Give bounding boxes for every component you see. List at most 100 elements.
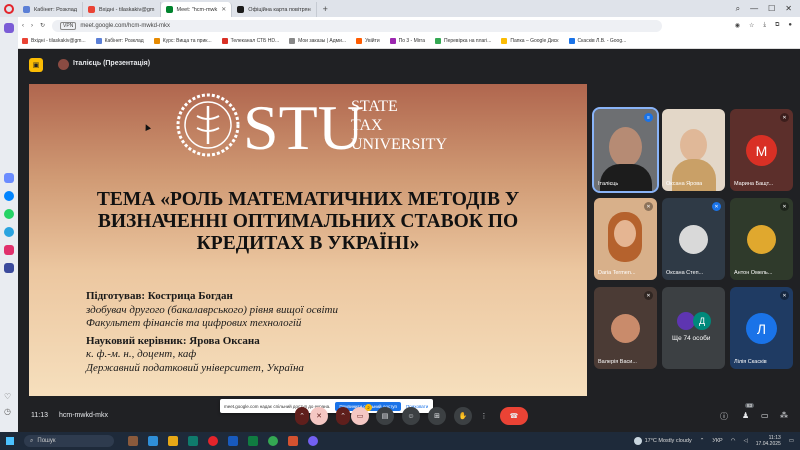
slide-authors: Підготував: Кострица Богдан здобувач дру…	[86, 290, 566, 375]
mic-options-button[interactable]: ⌃	[295, 407, 309, 425]
widget-icon[interactable]	[128, 436, 138, 446]
participant-tile[interactable]: ✕ Daria Termen...	[594, 198, 657, 280]
history-icon[interactable]: ◷	[4, 407, 14, 417]
more-participants-tile[interactable]: Д Ще 74 особи	[662, 287, 725, 369]
notifications-icon[interactable]: ▭	[789, 438, 794, 444]
wifi-icon[interactable]: ◠	[731, 438, 736, 444]
windows-start-icon[interactable]	[0, 437, 20, 445]
search-tabs-icon[interactable]: ⌕	[736, 4, 740, 14]
coat-of-arms-icon	[747, 225, 776, 254]
taskbar-search[interactable]: ⌕ Пошук	[24, 435, 114, 447]
bookmark-item[interactable]: Вхідні - tilaskakiv@gm...	[22, 38, 86, 44]
participant-tile[interactable]: ✕ Антон Омель...	[730, 198, 793, 280]
raise-hand-button[interactable]: ✋	[454, 407, 472, 425]
player-icon[interactable]	[4, 263, 14, 273]
university-line: Державний податковий університет, Україн…	[86, 361, 304, 374]
bookmark-item[interactable]: Папка – Google Диск	[501, 38, 559, 44]
browser-tab[interactable]: Вхідні - tilaskakiv@gm	[83, 2, 161, 17]
participant-tile[interactable]: Оксана Ярова	[662, 109, 725, 191]
browser-tab-active[interactable]: Meet: "hcm-mwk ✕	[160, 2, 233, 17]
powerpoint-icon[interactable]	[288, 436, 298, 446]
word-icon[interactable]	[228, 436, 238, 446]
language-indicator[interactable]: УКР	[712, 438, 722, 444]
profile-icon[interactable]: ●	[788, 22, 792, 29]
camera-icon[interactable]: ◉	[735, 22, 740, 29]
mic-off-button[interactable]: ✕	[310, 407, 328, 425]
participant-tile[interactable]: ✕ Л Лілія Скасків	[730, 287, 793, 369]
bookmark-item[interactable]: Телеканал СТБ HD...	[221, 38, 279, 44]
back-icon[interactable]: ‹	[22, 23, 24, 29]
forward-icon[interactable]: ›	[31, 23, 33, 29]
captions-button[interactable]: ▤	[376, 407, 394, 425]
bookmark-item[interactable]: Мои заказы | Адми...	[289, 38, 346, 44]
browser-tab[interactable]: Кабінет: Розклад	[18, 2, 84, 17]
messenger-icon[interactable]	[4, 191, 14, 201]
chat-icon[interactable]: ▭	[761, 411, 769, 420]
bookmark-item[interactable]: Перевірка на плагі...	[435, 38, 491, 44]
mic-off-icon: ✕	[780, 113, 789, 122]
info-icon[interactable]: ⓘ	[720, 411, 728, 422]
instagram-icon[interactable]	[4, 245, 14, 255]
opera-sidebar: ♡ ◷	[0, 17, 18, 432]
minimize-icon[interactable]: —	[750, 4, 758, 14]
leave-call-button[interactable]: ☎	[500, 407, 528, 425]
ai-icon[interactable]	[4, 173, 14, 183]
participant-tile[interactable]: ✕ Валерія Васи...	[594, 287, 657, 369]
taskview-icon[interactable]	[148, 436, 158, 446]
present-button[interactable]: ⊞	[428, 407, 446, 425]
maximize-icon[interactable]: ☐	[768, 4, 775, 14]
participant-avatar: Д	[693, 312, 711, 330]
mic-off-icon: ✕	[712, 202, 721, 211]
reload-icon[interactable]: ↻	[40, 22, 45, 29]
bookmark-item[interactable]: Курс: Вища та прик...	[153, 38, 212, 44]
browser-tab[interactable]: Офіційна карта повітрян	[232, 2, 317, 17]
bookmark-item[interactable]: Увійти	[356, 38, 380, 44]
edge-icon[interactable]	[188, 436, 198, 446]
bookmark-item[interactable]: Скасків Л.В. - Goog...	[568, 38, 626, 44]
weather-widget[interactable]: 17°C Mostly cloudy	[633, 437, 692, 445]
clock-date: 17.04.2025	[755, 441, 781, 447]
more-options-button[interactable]: ⋮	[479, 407, 489, 425]
download-icon[interactable]: ⤓	[763, 22, 766, 29]
chrome-icon[interactable]	[268, 436, 278, 446]
participant-name: Антон Омель...	[734, 270, 773, 276]
extensions-icon[interactable]: ⧉	[775, 22, 779, 29]
people-icon[interactable]: ♟	[742, 411, 749, 420]
activities-icon[interactable]: ⁂	[780, 411, 788, 420]
tab-label: Офіційна карта повітрян	[248, 6, 311, 13]
bookmark-item[interactable]: По 3 - Mirra	[389, 38, 425, 44]
emoji-button[interactable]: ☺	[402, 407, 420, 425]
presentation-icon[interactable]: ▣	[29, 58, 43, 72]
participant-tile[interactable]: ✕ Оксана Степ...	[662, 198, 725, 280]
new-tab-button[interactable]: +	[317, 4, 334, 14]
system-clock[interactable]: 11:13 17.04.2025	[756, 435, 781, 448]
aria-icon[interactable]	[4, 23, 14, 33]
participant-tile[interactable]: ✕ М Марина Бащт...	[730, 109, 793, 191]
camera-options-button[interactable]: ⌃	[336, 407, 350, 425]
weather-text: 17°C Mostly cloudy	[644, 438, 692, 444]
camera-off-button[interactable]: ▭ 2	[351, 404, 372, 425]
opera-logo-icon[interactable]	[0, 0, 18, 17]
whatsapp-icon[interactable]	[4, 209, 14, 219]
bookmark-item[interactable]: Кабінет: Розклад	[95, 38, 144, 44]
search-icon: ⌕	[30, 437, 34, 444]
url-field[interactable]: VPN meet.google.com/hcm-mwkd-mkx	[52, 19, 663, 32]
close-window-icon[interactable]: ✕	[785, 4, 792, 14]
tray-chevron-icon[interactable]: ⌃	[700, 438, 705, 444]
viber-icon[interactable]	[308, 436, 318, 446]
telegram-icon[interactable]	[4, 227, 14, 237]
volume-icon[interactable]: ◁	[744, 438, 748, 444]
participant-avatar: Л	[746, 313, 777, 344]
vpn-badge[interactable]: VPN	[60, 21, 77, 30]
meet-controls-bar: 11:13 hcm-mwkd-mkx ⌃ ✕ ⌃ ▭ 2 ▤ ☺ ⊞ ✋ ⋮ ☎ …	[18, 402, 800, 432]
close-tab-icon[interactable]: ✕	[221, 6, 226, 13]
file-explorer-icon[interactable]	[168, 436, 178, 446]
opera-taskbar-icon[interactable]	[208, 436, 218, 446]
bookmark-star-icon[interactable]: ☆	[749, 22, 754, 29]
participant-tile[interactable]: ≡ Італієць	[592, 107, 659, 193]
windows-taskbar: ⌕ Пошук 17°C Mostly cloudy ⌃ УКР ◠ ◁ 11:…	[0, 432, 800, 450]
bookmark-label: По 3 - Mirra	[398, 38, 425, 44]
participant-video	[680, 129, 707, 161]
heart-icon[interactable]: ♡	[4, 392, 14, 402]
excel-icon[interactable]	[248, 436, 258, 446]
